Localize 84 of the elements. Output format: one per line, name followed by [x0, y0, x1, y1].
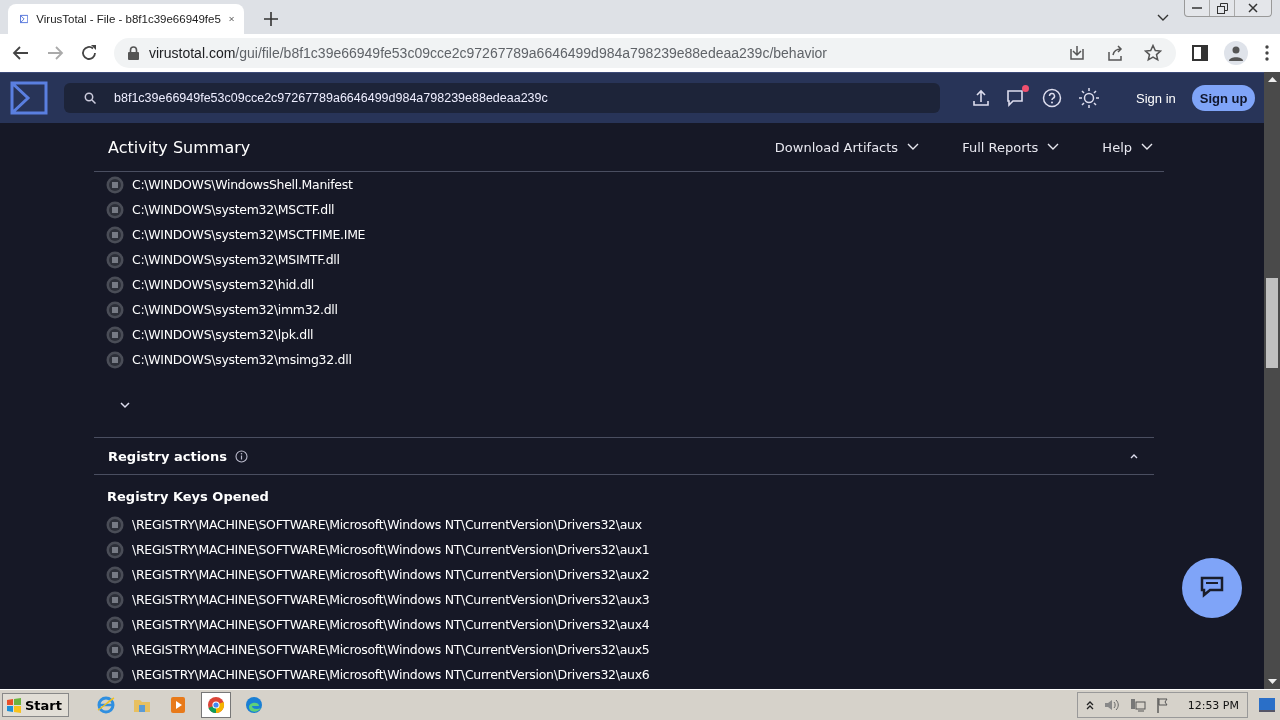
browser-e-icon: [97, 696, 115, 714]
file-path: C:\WINDOWS\system32\hid.dll: [132, 277, 314, 292]
help-icon[interactable]: [1042, 88, 1062, 108]
circle-icon: [106, 515, 124, 534]
circle-icon: [106, 275, 124, 294]
file-path: C:\WINDOWS\system32\MSIMTF.dll: [132, 252, 340, 267]
registry-key: \REGISTRY\MACHINE\SOFTWARE\Microsoft\Windows NT\CurrentVersion\Drivers32\aux: [132, 517, 642, 532]
windows-logo-icon: [6, 697, 22, 713]
chat-icon: [1199, 576, 1225, 600]
registry-key: \REGISTRY\MACHINE\SOFTWARE\Microsoft\Windows NT\CurrentVersion\Drivers32\aux4: [132, 617, 650, 632]
lock-icon: [128, 46, 139, 60]
flag-icon[interactable]: [1155, 697, 1170, 713]
registry-key: \REGISTRY\MACHINE\SOFTWARE\Microsoft\Windows NT\CurrentVersion\Drivers32\aux3: [132, 592, 650, 607]
scroll-up-icon[interactable]: [1267, 76, 1277, 82]
side-panel-icon[interactable]: [1192, 45, 1208, 61]
registry-key: \REGISTRY\MACHINE\SOFTWARE\Microsoft\Windows NT\CurrentVersion\Drivers32\aux5: [132, 642, 650, 657]
registry-key: \REGISTRY\MACHINE\SOFTWARE\Microsoft\Windows NT\CurrentVersion\Drivers32\aux6: [132, 667, 650, 682]
registry-key: \REGISTRY\MACHINE\SOFTWARE\Microsoft\Windows NT\CurrentVersion\Drivers32\aux2: [132, 567, 650, 582]
scrollbar-thumb[interactable]: [1266, 278, 1278, 368]
back-icon[interactable]: [12, 44, 30, 62]
sign-in-link[interactable]: Sign in: [1136, 90, 1176, 106]
start-button[interactable]: Start: [2, 693, 69, 717]
reload-icon[interactable]: [80, 44, 98, 62]
circle-icon: [106, 325, 124, 344]
circle-icon: [106, 175, 124, 194]
chat-icon[interactable]: [1006, 88, 1026, 108]
chevron-up-icon[interactable]: [1085, 700, 1094, 710]
circle-icon: [106, 250, 124, 269]
new-tab-icon[interactable]: [264, 12, 278, 26]
file-path: C:\WINDOWS\system32\lpk.dll: [132, 327, 314, 342]
info-icon: [235, 449, 249, 463]
circle-icon: [106, 300, 124, 319]
more-icon[interactable]: [1264, 44, 1270, 62]
circle-icon: [106, 350, 124, 369]
search-icon: [84, 92, 96, 104]
share-icon[interactable]: [1106, 44, 1124, 62]
show-desktop-icon[interactable]: [1258, 697, 1276, 713]
play-icon: [169, 696, 187, 714]
section-title: Activity Summary: [108, 137, 251, 157]
chrome-icon: [207, 696, 225, 714]
restore-icon: [1216, 2, 1228, 14]
dropdown-menu[interactable]: Download Artifacts: [774, 139, 921, 155]
close-icon: [1248, 3, 1258, 13]
close-icon[interactable]: [228, 14, 234, 24]
minimize-icon: [1192, 7, 1202, 9]
registry-key: \REGISTRY\MACHINE\SOFTWARE\Microsoft\Windows NT\CurrentVersion\Drivers32\aux1: [132, 542, 650, 557]
circle-icon: [106, 200, 124, 219]
circle-icon: [106, 540, 124, 559]
file-path: C:\WINDOWS\system32\msimg32.dll: [132, 352, 352, 367]
circle-icon: [106, 615, 124, 634]
dropdown-menu[interactable]: Help: [1102, 139, 1154, 155]
swirl-icon: [245, 696, 263, 714]
brightness-icon[interactable]: [1078, 87, 1100, 109]
scrollbar[interactable]: [1264, 72, 1280, 689]
circle-icon: [106, 640, 124, 659]
circle-icon: [106, 225, 124, 244]
taskbar-app-button[interactable]: [201, 692, 231, 718]
file-path: C:\WINDOWS\system32\MSCTF.dll: [132, 202, 335, 217]
profile-button[interactable]: [1224, 41, 1248, 65]
address-field[interactable]: virustotal.com/gui/file/b8f1c39e66949fe53c09cce2c97267789a6646499d984a798239e88edeaa239c/behavior: [114, 38, 1176, 68]
circle-icon: [106, 590, 124, 609]
file-path: C:\WINDOWS\system32\MSCTFIME.IME: [132, 227, 366, 242]
install-icon[interactable]: [1068, 44, 1086, 62]
tab-title: VirusTotal - File - b8f1c39e66949fe5: [36, 13, 221, 25]
url-text: virustotal.com/gui/file/b8f1c39e66949fe53c09cce2c97267789a6646499d984a798239e88edeaa239c/behavior: [149, 45, 827, 61]
chat-button[interactable]: [1182, 558, 1242, 618]
sign-up-button[interactable]: Sign up: [1191, 85, 1256, 111]
file-path: C:\WINDOWS\WindowsShell.Manifest: [132, 177, 353, 192]
browser-tab[interactable]: VirusTotal - File - b8f1c39e66949fe5: [8, 4, 244, 34]
clock: 12:53 PM: [1187, 698, 1239, 712]
star-icon[interactable]: [1144, 44, 1162, 62]
circle-icon: [106, 565, 124, 584]
circle-icon: [106, 665, 124, 684]
file-path: C:\WINDOWS\system32\imm32.dll: [132, 302, 338, 317]
section-header[interactable]: Registry actions: [94, 437, 1154, 475]
person-icon: [1228, 45, 1244, 61]
section-title: Registry actions: [108, 448, 228, 464]
dropdown-menu[interactable]: Full Reports: [962, 139, 1061, 155]
sigma-logo-icon[interactable]: [10, 81, 48, 115]
subsection-title: Registry Keys Opened: [106, 488, 270, 506]
upload-icon[interactable]: [972, 89, 990, 107]
search-field[interactable]: b8f1c39e66949fe53c09cce2c97267789a6646499d984a798239e88edeaa239c: [64, 83, 940, 113]
network-icon[interactable]: [1129, 697, 1146, 713]
scroll-down-icon[interactable]: [1267, 679, 1277, 685]
